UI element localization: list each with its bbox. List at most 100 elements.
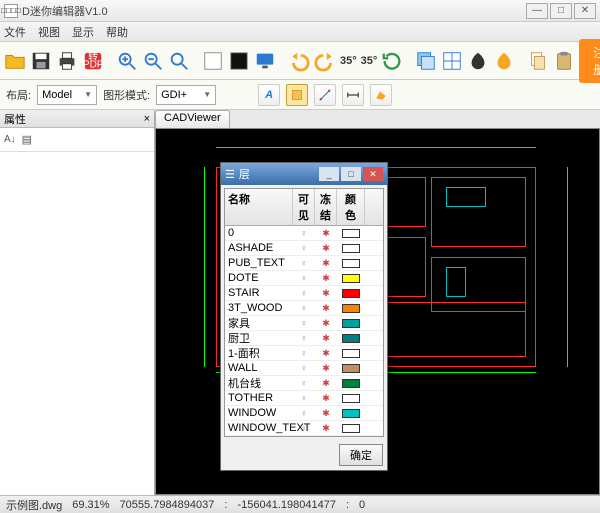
layer-row[interactable]: DOTE♀✱ xyxy=(225,271,383,286)
register-button[interactable]: 注册 xyxy=(579,39,600,83)
menu-view[interactable]: 视图 xyxy=(38,24,60,40)
color-swatch[interactable] xyxy=(337,424,365,433)
bulb-icon[interactable]: ♀ xyxy=(293,243,315,253)
open-button[interactable] xyxy=(4,47,26,75)
snowflake-icon[interactable]: ✱ xyxy=(315,258,337,269)
paste-button[interactable] xyxy=(553,47,575,75)
rotate-right-button[interactable]: 35° xyxy=(361,47,378,75)
menu-file[interactable]: 文件 xyxy=(4,24,26,40)
color-swatch[interactable] xyxy=(337,334,365,343)
close-button[interactable]: ✕ xyxy=(574,3,596,19)
layer-row[interactable]: WINDOW_TEXT♀✱ xyxy=(225,421,383,436)
dialog-close-button[interactable]: ✕ xyxy=(363,167,383,181)
layer-row[interactable]: 0♀✱ xyxy=(225,226,383,241)
fill-color-button[interactable] xyxy=(493,47,515,75)
grid-button[interactable] xyxy=(441,47,463,75)
zoom-out-button[interactable] xyxy=(142,47,164,75)
snowflake-icon[interactable]: ✱ xyxy=(315,408,337,419)
viewer-tab[interactable]: CADViewer xyxy=(155,110,230,128)
color-swatch[interactable] xyxy=(337,274,365,283)
bulb-icon[interactable]: ♀ xyxy=(293,228,315,238)
area-tool-button[interactable] xyxy=(370,84,392,106)
undo-button[interactable] xyxy=(288,47,310,75)
layer-row[interactable]: 机台线♀✱ xyxy=(225,376,383,391)
color-swatch[interactable] xyxy=(337,409,365,418)
minimize-button[interactable]: — xyxy=(526,3,548,19)
redo-button[interactable] xyxy=(314,47,336,75)
menu-help[interactable]: 帮助 xyxy=(106,24,128,40)
col-visible[interactable]: 可见 xyxy=(293,189,315,225)
layer-row[interactable]: 3T_WOOD♀✱ xyxy=(225,301,383,316)
menu-display[interactable]: 显示 xyxy=(72,24,94,40)
print-button[interactable] xyxy=(56,47,78,75)
color-swatch[interactable] xyxy=(337,394,365,403)
bulb-icon[interactable]: ♀ xyxy=(293,288,315,298)
bulb-icon[interactable]: ♀ xyxy=(293,363,315,373)
snowflake-icon[interactable]: ✱ xyxy=(315,243,337,254)
snowflake-icon[interactable]: ✱ xyxy=(315,333,337,344)
bulb-icon[interactable]: ♀ xyxy=(293,423,315,433)
panel-close-icon[interactable]: × xyxy=(144,113,150,125)
dialog-minimize-button[interactable]: _ xyxy=(319,167,339,181)
color-swatch[interactable] xyxy=(337,349,365,358)
fill-dark-button[interactable] xyxy=(467,47,489,75)
dimension-tool-button[interactable] xyxy=(342,84,364,106)
layout-select[interactable]: Model▼ xyxy=(37,85,97,105)
bulb-icon[interactable]: ♀ xyxy=(293,258,315,268)
layer-button[interactable] xyxy=(415,47,437,75)
color-swatch[interactable] xyxy=(337,319,365,328)
col-color[interactable]: 颜色 xyxy=(337,189,365,225)
color-swatch[interactable] xyxy=(337,289,365,298)
snowflake-icon[interactable]: ✱ xyxy=(315,348,337,359)
export-pdf-button[interactable]: 转PDF xyxy=(82,47,104,75)
rotate-cycle-button[interactable] xyxy=(381,47,403,75)
snowflake-icon[interactable]: ✱ xyxy=(315,303,337,314)
snowflake-icon[interactable]: ✱ xyxy=(315,393,337,404)
color-swatch[interactable] xyxy=(337,244,365,253)
measure-tool-button[interactable] xyxy=(314,84,336,106)
zoom-extents-button[interactable] xyxy=(168,47,190,75)
copy-button[interactable] xyxy=(527,47,549,75)
dialog-titlebar[interactable]: ☰ 层 _ □ ✕ xyxy=(221,163,387,185)
bulb-icon[interactable]: ♀ xyxy=(293,378,315,388)
bulb-icon[interactable]: ♀ xyxy=(293,318,315,328)
col-freeze[interactable]: 冻结 xyxy=(315,189,337,225)
layer-row[interactable]: ASHADE♀✱ xyxy=(225,241,383,256)
dialog-maximize-button[interactable]: □ xyxy=(341,167,361,181)
snowflake-icon[interactable]: ✱ xyxy=(315,318,337,329)
layer-row[interactable]: WALL♀✱ xyxy=(225,361,383,376)
bulb-icon[interactable]: ♀ xyxy=(293,303,315,313)
snowflake-icon[interactable]: ✱ xyxy=(315,288,337,299)
snowflake-icon[interactable]: ✱ xyxy=(315,273,337,284)
color-swatch[interactable] xyxy=(337,379,365,388)
maximize-button[interactable]: □ xyxy=(550,3,572,19)
bulb-icon[interactable]: ♀ xyxy=(293,333,315,343)
monitor-button[interactable] xyxy=(254,47,276,75)
bg-black-button[interactable] xyxy=(228,47,250,75)
color-swatch[interactable] xyxy=(337,364,365,373)
layer-row[interactable]: TOTHER♀✱ xyxy=(225,391,383,406)
snowflake-icon[interactable]: ✱ xyxy=(315,228,337,239)
snowflake-icon[interactable]: ✱ xyxy=(315,378,337,389)
filter-icon[interactable]: ▤ xyxy=(22,133,32,146)
layer-row[interactable]: PUB_TEXT♀✱ xyxy=(225,256,383,271)
mode-select[interactable]: GDI+▼ xyxy=(156,85,216,105)
rotate-left-button[interactable]: 35° xyxy=(340,47,357,75)
color-swatch[interactable] xyxy=(337,259,365,268)
bulb-icon[interactable]: ♀ xyxy=(293,393,315,403)
bulb-icon[interactable]: ♀ xyxy=(293,408,315,418)
layer-row[interactable]: STAIR♀✱ xyxy=(225,286,383,301)
snowflake-icon[interactable]: ✱ xyxy=(315,423,337,434)
select-tool-button[interactable] xyxy=(286,84,308,106)
bg-white-button[interactable] xyxy=(202,47,224,75)
color-swatch[interactable] xyxy=(337,229,365,238)
layer-row[interactable]: 厨卫♀✱ xyxy=(225,331,383,346)
layer-row[interactable]: 1-面积♀✱ xyxy=(225,346,383,361)
layer-row[interactable]: WINDOW♀✱ xyxy=(225,406,383,421)
col-name[interactable]: 名称 xyxy=(225,189,293,225)
color-swatch[interactable] xyxy=(337,304,365,313)
sort-az-icon[interactable]: A↓ xyxy=(4,134,16,145)
layer-row[interactable]: 家具♀✱ xyxy=(225,316,383,331)
save-button[interactable] xyxy=(30,47,52,75)
bulb-icon[interactable]: ♀ xyxy=(293,348,315,358)
